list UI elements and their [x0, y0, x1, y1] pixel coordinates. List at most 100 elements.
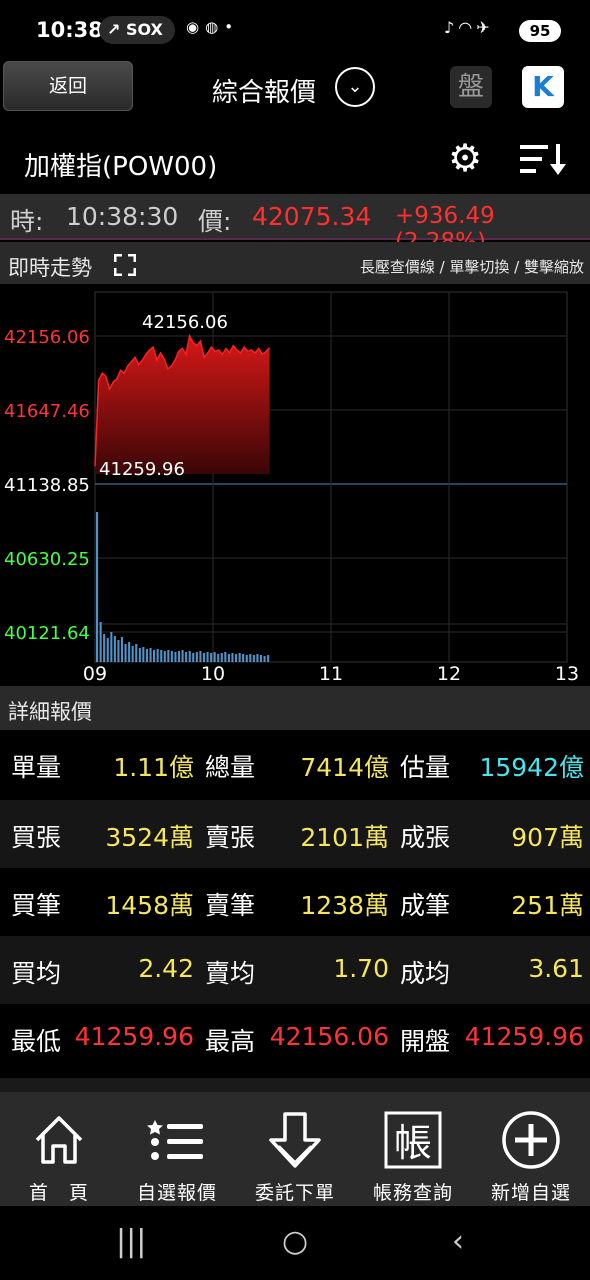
- intraday-chart[interactable]: 42156.06 41647.46 41138.85 40630.25 40121.64…: [0, 284, 590, 685]
- volume-bar: [210, 653, 213, 662]
- volume-bar: [124, 644, 127, 662]
- svg-text:帳: 帳: [394, 1121, 432, 1165]
- detail-label: 賣均: [205, 959, 256, 988]
- detail-label: 估量: [400, 753, 451, 782]
- detail-value: 41259.96: [74, 1022, 194, 1051]
- detail-value: 3.61: [528, 954, 584, 983]
- detail-row: 買均 2.42 賣均 1.70 成均 3.61: [0, 936, 590, 1004]
- detail-label: 成張: [400, 823, 451, 852]
- detail-label: 最低: [11, 1027, 62, 1056]
- sort-list-icon[interactable]: [520, 142, 566, 176]
- wallet-icon: ◍: [205, 18, 225, 36]
- quote-price: 42075.34: [252, 202, 372, 231]
- nav-item[interactable]: 委託下單: [236, 1092, 354, 1206]
- battery-icon: 95: [519, 20, 561, 42]
- detail-value: 15942億: [479, 753, 584, 782]
- y-tick-label: 41138.85: [4, 475, 90, 496]
- volume-bar: [256, 654, 259, 662]
- detail-value: 1.11億: [113, 753, 194, 782]
- volume-bar: [153, 650, 156, 662]
- home-circle-icon[interactable]: ○: [282, 1224, 308, 1259]
- detail-title: 詳細報價: [8, 700, 92, 724]
- back-button[interactable]: 返回: [3, 61, 133, 111]
- detail-label: 單量: [11, 753, 62, 782]
- nav-item[interactable]: 首 頁: [0, 1092, 118, 1206]
- detail-row: 買張 3524萬 賣張 2101萬 成張 907萬: [0, 800, 590, 868]
- volume-bar: [156, 649, 159, 662]
- nav-label: 自選報價: [136, 1182, 217, 1204]
- intraday-title: 即時走勢: [8, 256, 92, 280]
- status-time: 10:38: [36, 18, 103, 42]
- ticker-badge-label: SOX: [125, 20, 163, 39]
- volume-bar: [217, 654, 220, 662]
- low-label: 41259.96: [99, 459, 185, 480]
- nav-label: 委託下單: [254, 1182, 335, 1204]
- detail-value: 42156.06: [269, 1022, 389, 1051]
- volume-bar: [106, 638, 109, 662]
- y-tick-label: 42156.06: [4, 327, 90, 348]
- nav-item[interactable]: 帳帳務查詢: [354, 1092, 472, 1206]
- volume-bar: [96, 512, 99, 662]
- x-tick-label: 11: [319, 663, 343, 684]
- recents-icon[interactable]: |||: [116, 1224, 146, 1259]
- detail-value: 2.42: [138, 954, 194, 983]
- kline-button[interactable]: K: [522, 66, 564, 108]
- detail-label: 開盤: [400, 1027, 451, 1056]
- detail-label: 最高: [205, 1027, 256, 1056]
- fullscreen-icon[interactable]: [114, 254, 136, 276]
- nav-item[interactable]: 自選報價: [118, 1092, 236, 1206]
- detail-label: 買均: [11, 959, 62, 988]
- detail-value: 3524萬: [105, 823, 194, 852]
- gear-icon[interactable]: ⚙: [448, 138, 482, 178]
- dot-icon: •: [224, 18, 240, 36]
- volume-bar: [192, 653, 195, 662]
- nav-label: 帳務查詢: [372, 1182, 453, 1204]
- bottom-nav: 首 頁自選報價 委託下單帳帳務查詢 新增自選: [0, 1092, 590, 1206]
- y-tick-label: 40630.25: [4, 549, 90, 570]
- detail-label: 總量: [205, 753, 256, 782]
- app-header: 返回 綜合報價 ⌄ 盤 K: [0, 60, 590, 120]
- detail-header: 詳細報價: [0, 686, 590, 730]
- system-icons: ♪◠✈: [444, 18, 494, 37]
- volume-bar: [259, 655, 262, 662]
- wifi-icon: ◠: [458, 18, 477, 37]
- volume-bar: [245, 655, 248, 662]
- volume-bar: [174, 652, 177, 662]
- quote-bar: 時: 10:38:30 價: 42075.34 +936.49 (2.28%): [0, 194, 590, 255]
- time-label: 時:: [10, 207, 44, 236]
- home-icon: [35, 1116, 83, 1164]
- volume-bar: [128, 642, 131, 662]
- nav-item[interactable]: 新增自選: [472, 1092, 590, 1206]
- volume-bar: [224, 652, 227, 662]
- detail-value: 1458萬: [105, 891, 194, 920]
- volume-bar: [149, 648, 152, 662]
- detail-row: 買筆 1458萬 賣筆 1238萬 成筆 251萬: [0, 868, 590, 936]
- order-arrow-icon: [269, 1112, 321, 1168]
- volume-bar: [167, 650, 170, 662]
- volume-bar: [249, 654, 252, 662]
- volume-bar: [131, 646, 134, 662]
- mute-icon: ♪: [444, 18, 459, 37]
- market-panel-button[interactable]: 盤: [450, 66, 492, 108]
- volume-bar: [138, 648, 141, 662]
- volume-bar: [113, 636, 116, 662]
- detail-label: 成筆: [400, 891, 451, 920]
- chart-svg[interactable]: 42156.06 41647.46 41138.85 40630.25 40121.64…: [0, 284, 590, 685]
- volume-bar: [178, 651, 181, 662]
- volume-bar: [263, 656, 266, 662]
- page-title[interactable]: 綜合報價: [212, 72, 316, 109]
- y-tick-label: 40121.64: [4, 623, 90, 644]
- volume-bar: [206, 652, 209, 662]
- detail-label: 成均: [400, 959, 451, 988]
- detail-label: 賣筆: [205, 891, 256, 920]
- volume-bar: [202, 653, 205, 662]
- volume-bar: [238, 653, 241, 662]
- add-circle-icon: [502, 1111, 560, 1169]
- volume-bar: [181, 650, 184, 662]
- volume-bar: [267, 655, 270, 662]
- detail-row: 單量 1.11億 總量 7414億 估量 15942億: [0, 730, 590, 798]
- symbol-name[interactable]: 加權指(POW00): [24, 146, 217, 183]
- back-chevron-icon[interactable]: ‹: [452, 1224, 464, 1259]
- chevron-down-icon[interactable]: ⌄: [335, 67, 375, 107]
- volume-bar: [242, 654, 245, 662]
